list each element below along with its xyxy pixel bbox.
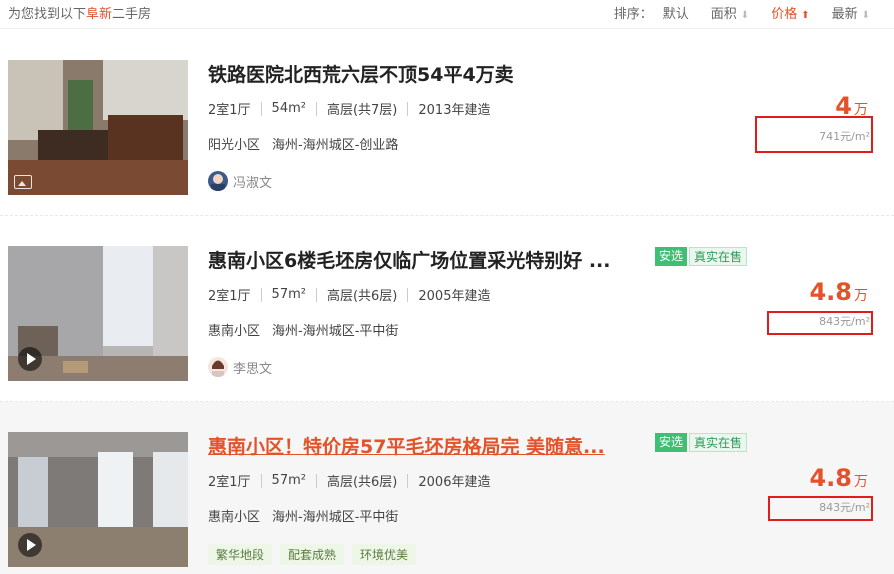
sort-price-label: 价格 (771, 7, 798, 22)
on-sale-badge: 真实在售 (689, 247, 748, 266)
arrow-up-icon: ⬆ (801, 10, 810, 21)
district: 海州-海州城区-平中街 (272, 510, 399, 525)
community-name[interactable]: 惠南小区 (208, 320, 260, 339)
listing-item[interactable]: 铁路医院北西荒六层不顶54平4万卖 2室1厅 54m² 高层(共7层) 2013… (0, 30, 894, 216)
build-year: 2006年建造 (418, 475, 491, 490)
result-suffix: 二手房 (112, 7, 152, 22)
feature-tag: 配套成熟 (280, 544, 345, 565)
rooms: 2室1厅 (208, 475, 251, 490)
listing-badges: 安选 真实在售 (655, 247, 748, 266)
price-value: 4.8 (809, 278, 852, 306)
sort-newest[interactable]: 最新 ⬇ (832, 3, 870, 22)
build-year: 2005年建造 (418, 289, 491, 304)
listing-title[interactable]: 惠南小区！特价房57平毛坯房格局完 美随意... (208, 432, 605, 459)
price-value: 4.8 (809, 464, 852, 492)
build-year: 2013年建造 (418, 103, 491, 118)
listing-badges: 安选 真实在售 (655, 433, 748, 452)
price-unit: 万 (854, 474, 868, 490)
verified-badge: 安选 (655, 247, 688, 266)
listing-location: 惠南小区 海州-海州城区-平中街 (208, 506, 398, 525)
listing-photo[interactable] (8, 246, 188, 381)
district: 海州-海州城区-平中街 (272, 324, 399, 339)
district: 海州-海州城区-创业路 (272, 138, 399, 153)
community-name[interactable]: 阳光小区 (208, 134, 260, 153)
listing-item[interactable]: 惠南小区6楼毛坯房仅临广场位置采光特别好 ... 安选 真实在售 2室1厅 57… (0, 216, 894, 402)
sort-default[interactable]: 默认 (663, 3, 689, 22)
floor: 高层(共6层) (326, 475, 398, 490)
sort-area[interactable]: 面积 ⬇ (711, 3, 749, 22)
total-price: 4.8 万 (809, 464, 868, 492)
agent-info[interactable]: 李思文 (208, 357, 272, 377)
floor: 高层(共7层) (326, 103, 398, 118)
agent-name: 李思文 (233, 361, 273, 377)
agent-info[interactable]: 冯淑文 (208, 171, 272, 191)
listing-photo[interactable] (8, 60, 188, 195)
listing-attributes: 2室1厅 57m² 高层(共6层) 2005年建造 (208, 285, 490, 304)
community-name[interactable]: 惠南小区 (208, 506, 260, 525)
feature-tag: 繁华地段 (208, 544, 273, 565)
listing-attributes: 2室1厅 57m² 高层(共6层) 2006年建造 (208, 471, 490, 490)
total-price: 4.8 万 (809, 278, 868, 306)
sort-area-label: 面积 (710, 7, 737, 22)
play-icon[interactable] (18, 533, 42, 557)
agent-name: 冯淑文 (233, 175, 273, 191)
avatar (208, 171, 228, 191)
area: 54m² (271, 101, 306, 116)
area: 57m² (271, 287, 306, 302)
highlight-box (768, 496, 873, 521)
listing-location: 惠南小区 海州-海州城区-平中街 (208, 320, 398, 339)
rooms: 2室1厅 (208, 103, 251, 118)
on-sale-badge: 真实在售 (689, 433, 748, 452)
highlight-box (767, 311, 873, 335)
play-icon[interactable] (18, 347, 42, 371)
result-city: 阜新 (86, 7, 113, 22)
feature-tags: 繁华地段 配套成熟 环境优美 (208, 544, 424, 565)
result-prefix: 为您找到以下 (8, 7, 87, 22)
sort-bar: 排序： 默认 面积 ⬇ 价格 ⬆ 最新 ⬇ (614, 3, 870, 22)
result-summary: 为您找到以下阜新二手房 (8, 3, 151, 22)
avatar (208, 357, 228, 377)
sort-newest-label: 最新 (831, 7, 858, 22)
listing-photo-image (8, 60, 188, 195)
listing-location: 阳光小区 海州-海州城区-创业路 (208, 134, 398, 153)
listing-attributes: 2室1厅 54m² 高层(共7层) 2013年建造 (208, 99, 490, 118)
highlight-box (755, 116, 873, 153)
arrow-down-icon: ⬇ (861, 10, 870, 21)
listing-item[interactable]: 惠南小区！特价房57平毛坯房格局完 美随意... 安选 真实在售 2室1厅 57… (0, 402, 894, 574)
results-toolbar: 为您找到以下阜新二手房 排序： 默认 面积 ⬇ 价格 ⬆ 最新 ⬇ (0, 0, 894, 29)
price-unit: 万 (854, 288, 868, 304)
listing-photo[interactable] (8, 432, 188, 567)
rooms: 2室1厅 (208, 289, 251, 304)
verified-badge: 安选 (655, 433, 688, 452)
listing-title[interactable]: 惠南小区6楼毛坯房仅临广场位置采光特别好 ... (208, 246, 611, 273)
sort-price[interactable]: 价格 ⬆ (771, 3, 809, 22)
area: 57m² (271, 473, 306, 488)
sort-label: 排序： (613, 7, 653, 22)
picture-icon (14, 175, 32, 189)
listing-title[interactable]: 铁路医院北西荒六层不顶54平4万卖 (208, 60, 514, 87)
feature-tag: 环境优美 (352, 544, 417, 565)
arrow-down-icon: ⬇ (740, 10, 750, 21)
floor: 高层(共6层) (326, 289, 398, 304)
